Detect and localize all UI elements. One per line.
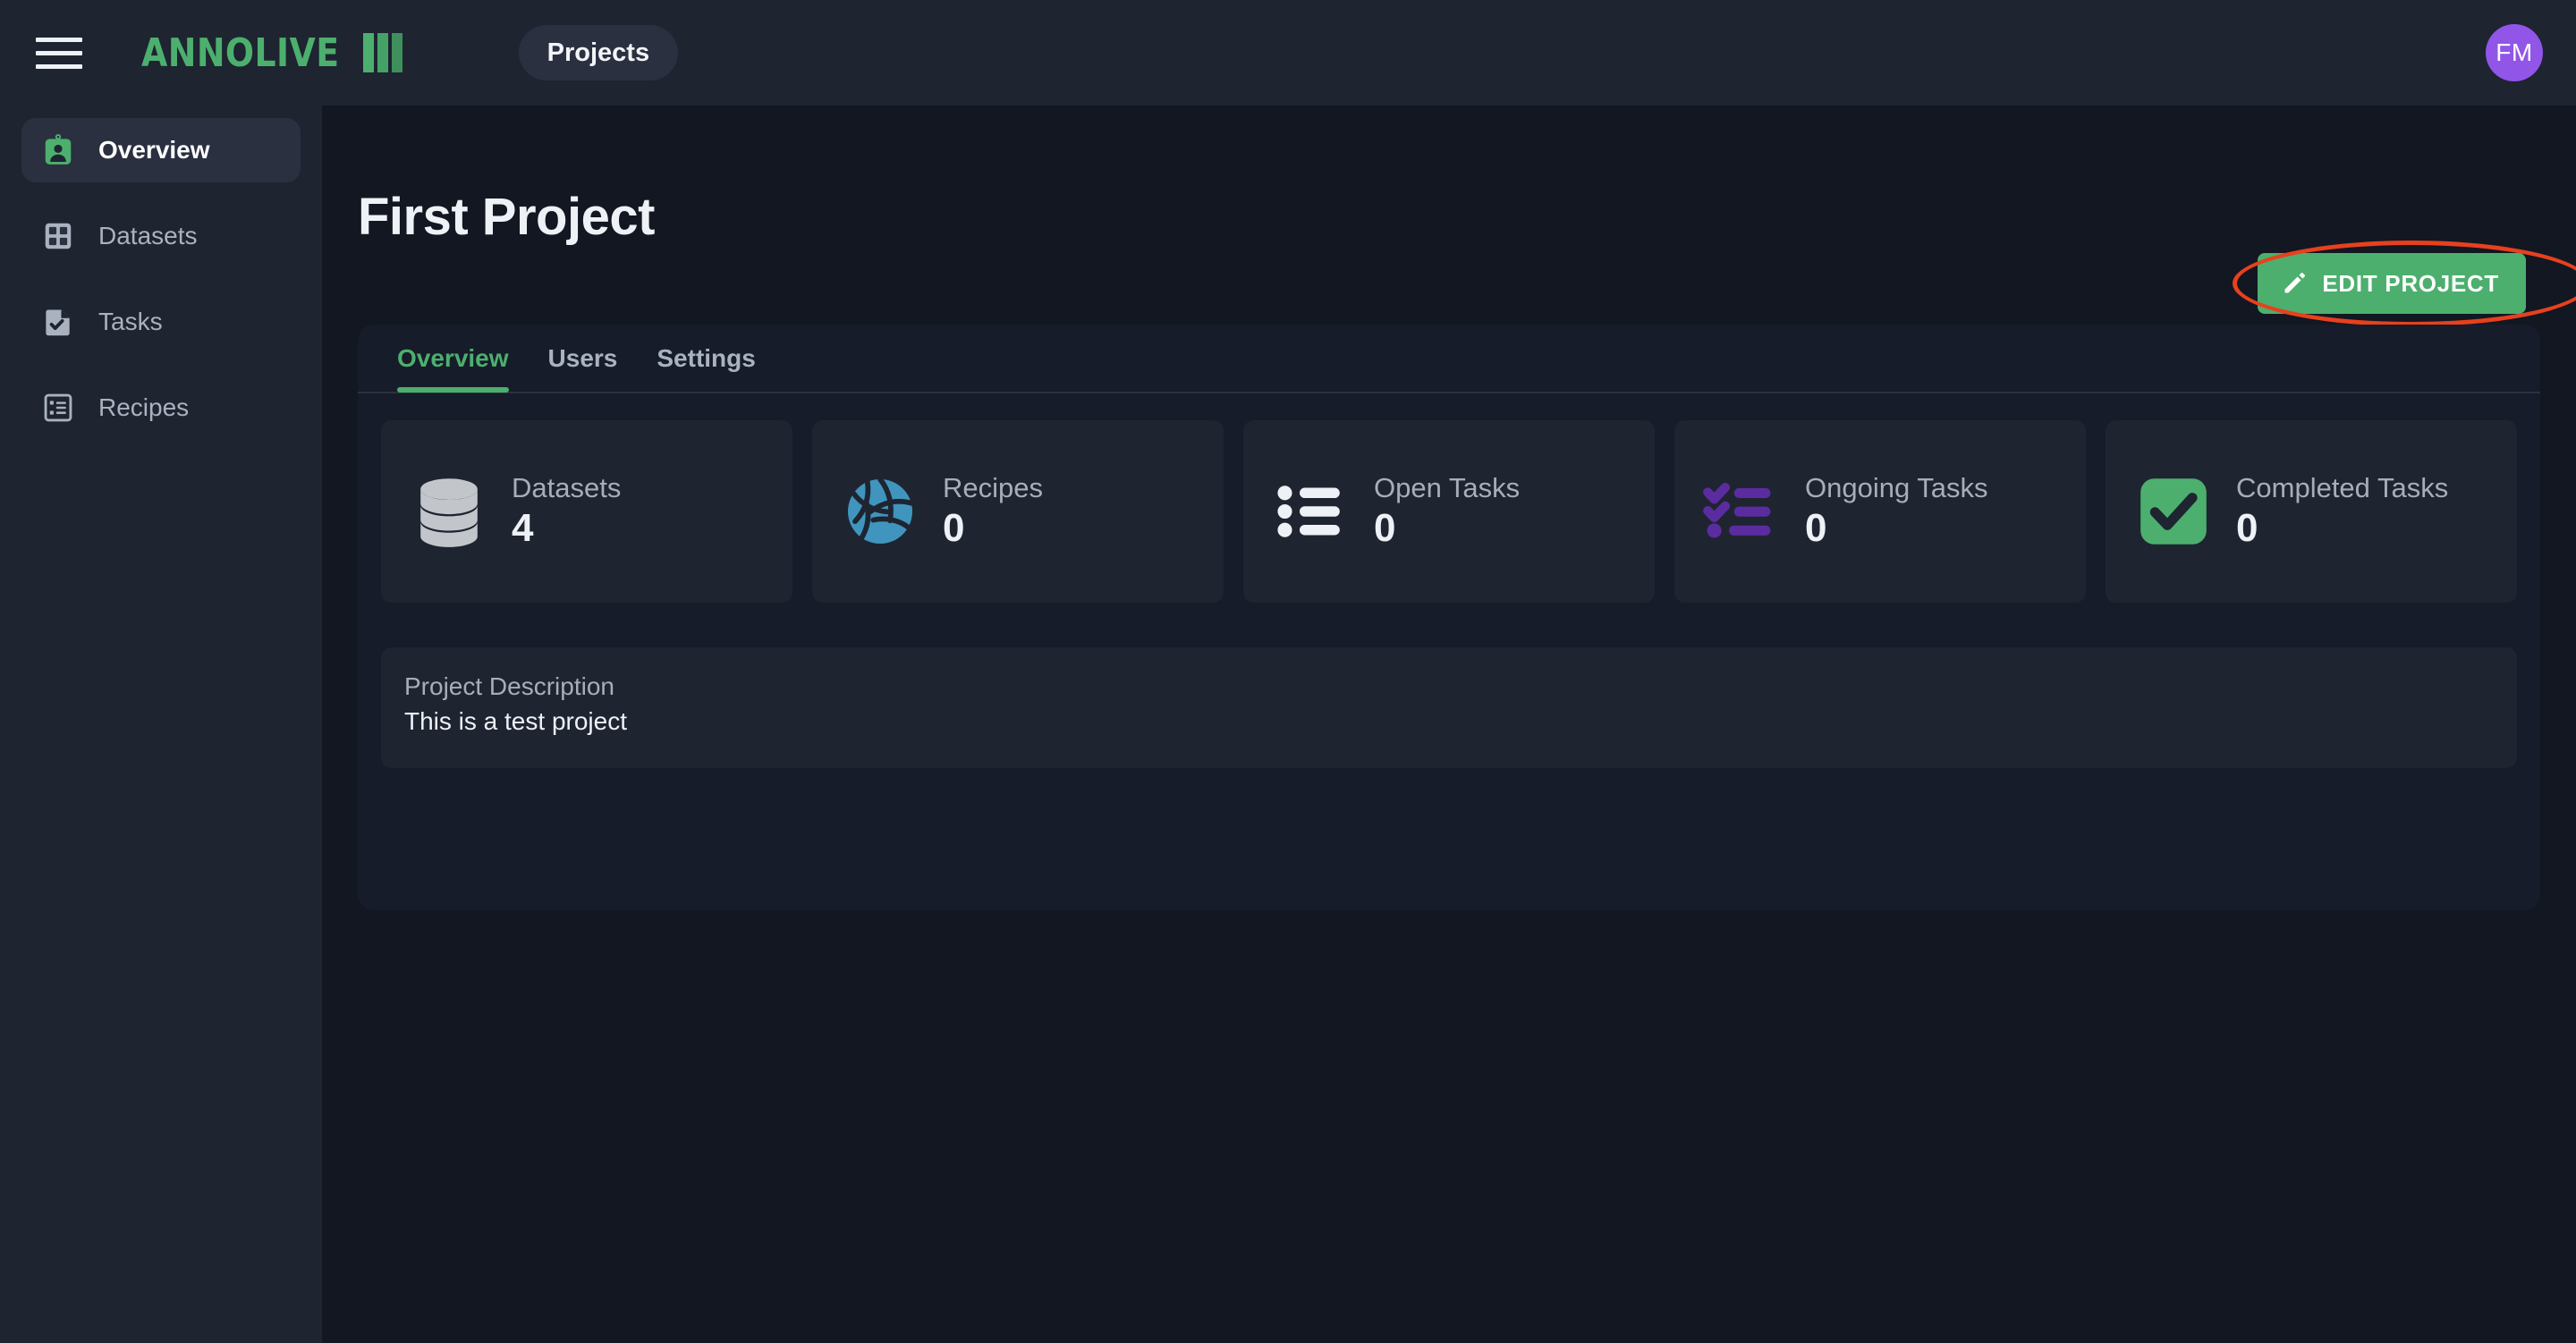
sidebar-item-tasks[interactable]: Tasks [21,290,301,354]
hamburger-line [36,37,82,42]
sidebar-item-recipes[interactable]: Recipes [21,376,301,440]
project-description-value: This is a test project [404,707,627,735]
sidebar-item-overview[interactable]: Overview [21,118,301,182]
sidebar-item-datasets[interactable]: Datasets [21,204,301,268]
document-check-icon [41,305,75,339]
tab-overview[interactable]: Overview [377,324,529,393]
stat-card-open-tasks[interactable]: Open Tasks 0 [1243,420,1655,603]
tab-users[interactable]: Users [529,324,638,393]
pencil-icon [2284,273,2306,293]
stat-label: Recipes [943,472,1043,504]
logo-text: ANNOLIVE [141,30,340,76]
stat-card-datasets[interactable]: Datasets 4 [381,420,792,603]
hamburger-icon[interactable] [36,33,86,72]
stats-row: Datasets 4 Recipes 0 Open Tasks 0 Ongoin… [381,420,2517,603]
edit-project-label: EDIT PROJECT [2322,269,2499,297]
stat-value: 0 [1374,505,1396,550]
sidebar: Overview Datasets Tasks Recipes [0,106,322,1343]
stat-label: Completed Tasks [2236,472,2449,504]
breadcrumb-projects-chip[interactable]: Projects [518,25,679,80]
database-icon [408,470,490,553]
id-badge-icon [41,133,75,167]
stat-value: 0 [943,505,965,550]
stat-value: 0 [1805,505,1827,550]
page-title: First Project [358,188,655,246]
checklist-icon [1701,470,1784,553]
project-overview-panel: Overview Users Settings Datasets 4 Recip… [358,325,2540,910]
tab-bar: Overview Users Settings [358,325,2540,393]
list-icon [41,391,75,425]
app-logo[interactable]: ANNOLIVE [141,30,402,76]
bulleted-list-icon [1270,470,1352,553]
sidebar-item-label: Overview [98,136,210,164]
sidebar-item-label: Datasets [98,222,198,249]
project-description-card: Project Description This is a test proje… [381,647,2517,768]
stat-label: Open Tasks [1374,472,1521,504]
sidebar-item-label: Recipes [98,393,190,421]
volleyball-icon [839,470,921,553]
grid-icon [41,219,75,253]
main-content: First Project EDIT PROJECT Overview User… [322,106,2576,1343]
logo-bars-icon [362,33,402,72]
avatar[interactable]: FM [2486,24,2543,81]
stat-card-ongoing-tasks[interactable]: Ongoing Tasks 0 [1674,420,2086,603]
edit-project-button[interactable]: EDIT PROJECT [2258,253,2526,314]
stat-label: Ongoing Tasks [1805,472,1988,504]
stat-card-recipes[interactable]: Recipes 0 [812,420,1224,603]
check-square-icon [2132,470,2215,553]
sidebar-item-label: Tasks [98,308,163,335]
hamburger-line [36,63,82,69]
stat-value: 0 [2236,505,2258,550]
top-bar: ANNOLIVE Projects FM [0,0,2576,106]
project-description-label: Project Description [404,672,614,700]
hamburger-line [36,50,82,55]
stat-value: 4 [512,505,534,550]
tab-settings[interactable]: Settings [637,324,775,393]
stat-label: Datasets [512,472,622,504]
stat-card-completed-tasks[interactable]: Completed Tasks 0 [2106,420,2517,603]
